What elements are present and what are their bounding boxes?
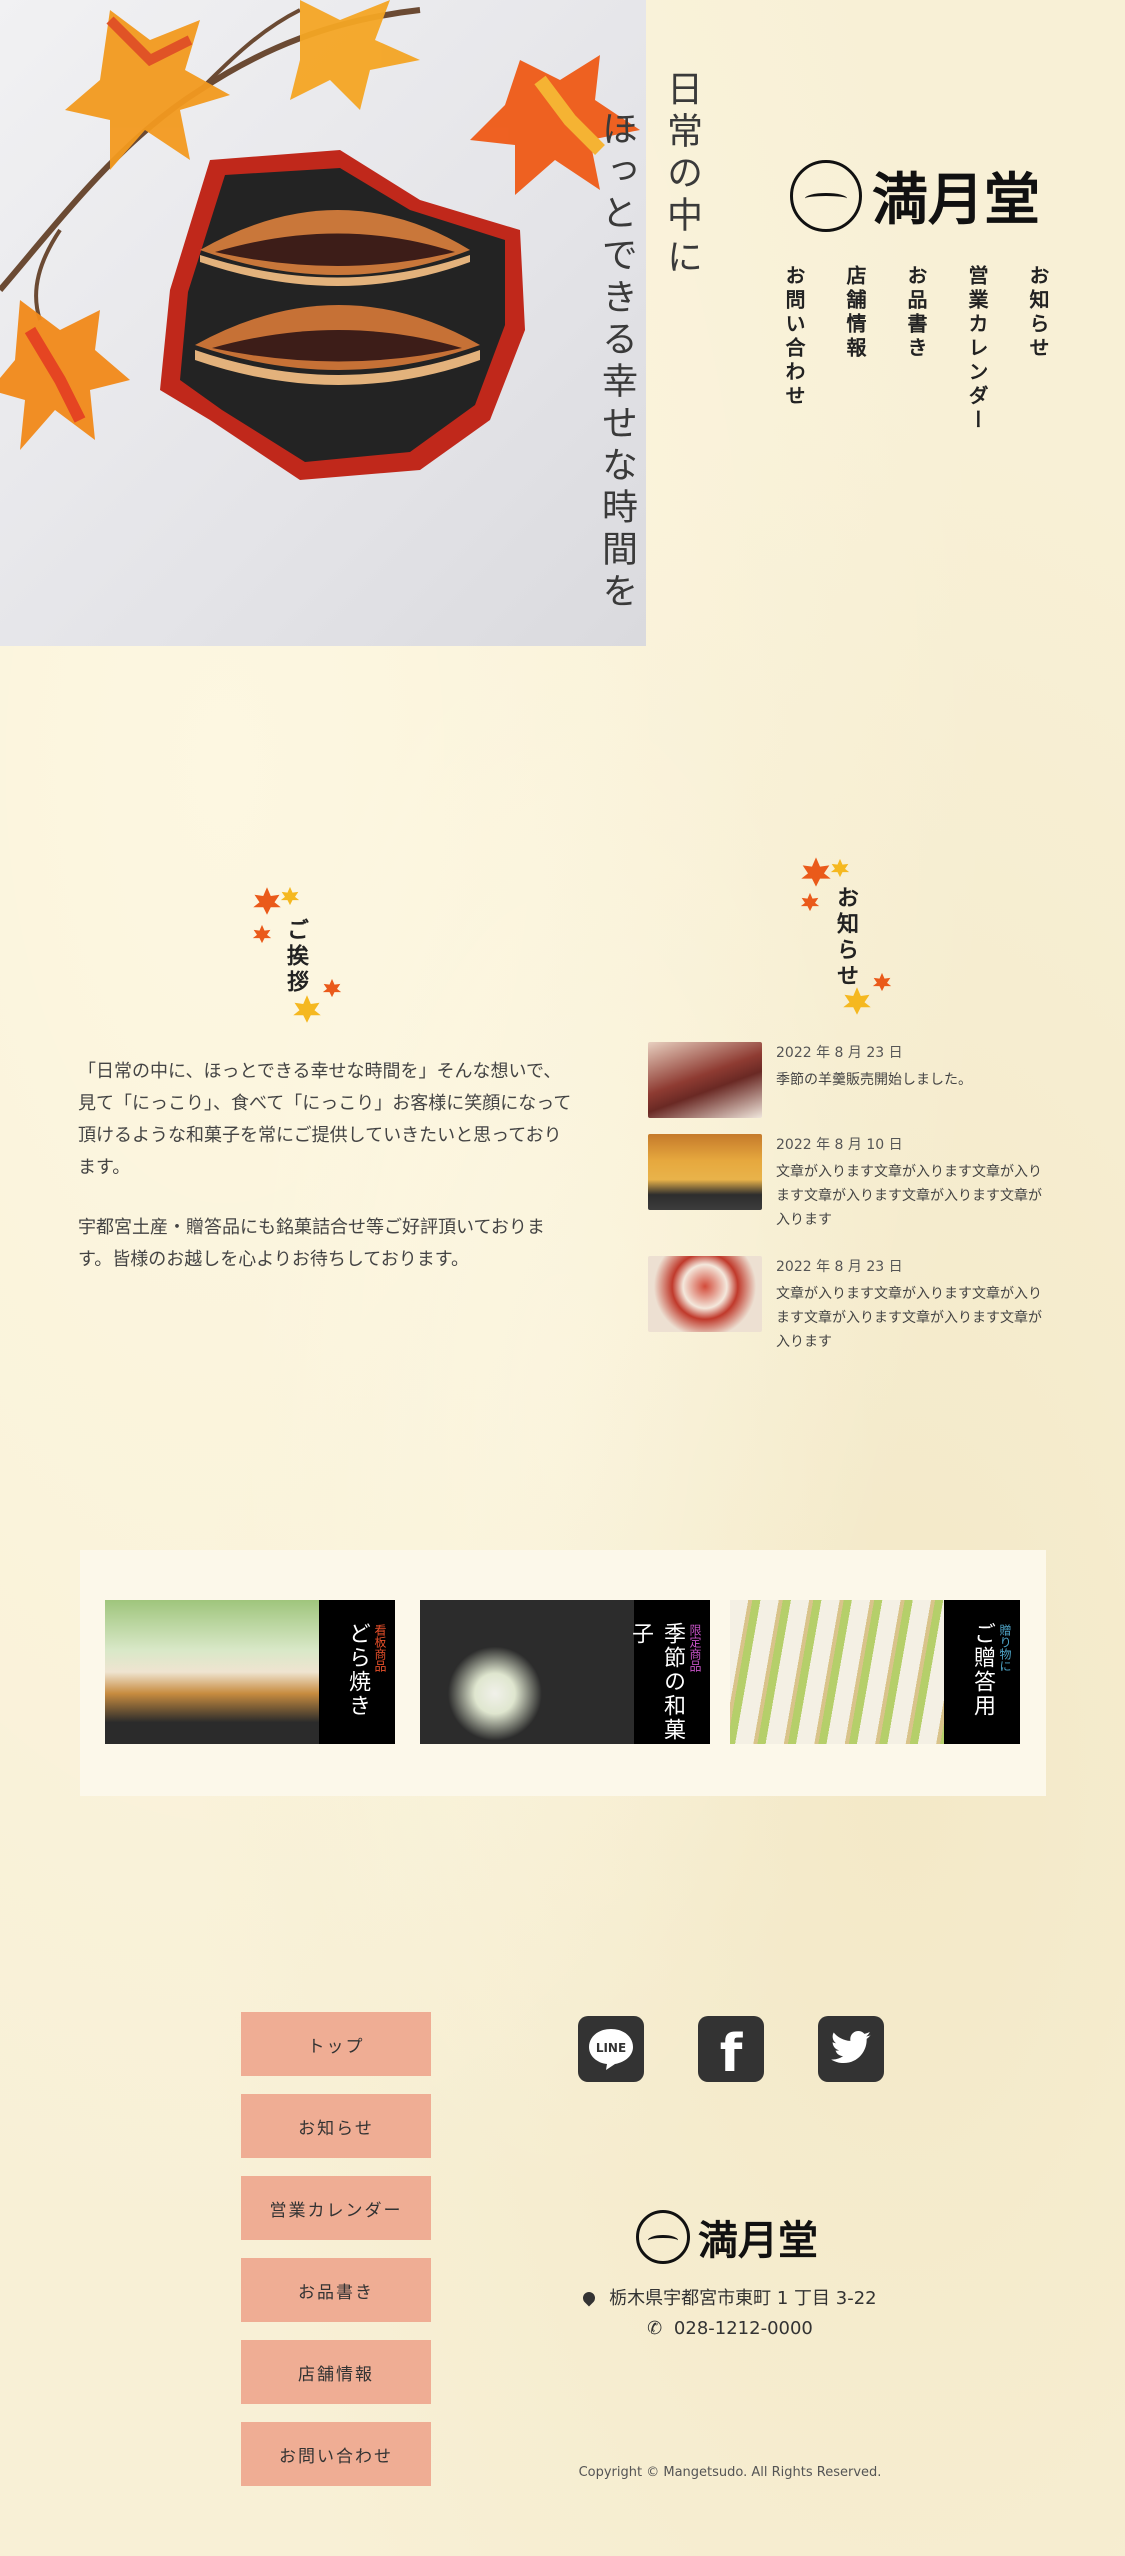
news-thumbnail: [648, 1042, 762, 1118]
address-text: 栃木県宇都宮市東町 1 丁目 3-22: [609, 2288, 877, 2309]
maple-leaf-icon: [843, 987, 871, 1015]
footer-nav-contact[interactable]: お問い合わせ: [241, 2422, 431, 2486]
product-tag: 看板商品: [373, 1624, 387, 1672]
maple-leaf-icon: [252, 924, 272, 944]
brand-name: 満月堂: [872, 167, 1040, 233]
footer-logo[interactable]: 満月堂: [636, 2208, 818, 2266]
phone-text: 028-1212-0000: [673, 2318, 813, 2339]
news-item[interactable]: 2022 年 8 月 23 日 文章が入ります文章が入ります文章が入ります文章が…: [648, 1256, 1048, 1354]
maple-leaf-icon: [872, 972, 892, 992]
product-image: [105, 1600, 319, 1744]
product-card-dorayaki[interactable]: どら焼き 看板商品: [105, 1600, 395, 1744]
map-pin-icon: [580, 2289, 598, 2307]
nav-item-contact[interactable]: お問い合わせ: [780, 265, 809, 433]
main-nav: お知らせ 営業カレンダー お品書き 店舗情報 お問い合わせ: [780, 265, 1053, 433]
product-label: ご贈答用 贈り物に: [944, 1600, 1020, 1744]
nav-item-calendar[interactable]: 営業カレンダー: [963, 265, 992, 433]
product-title: 季節の和菓子: [628, 1622, 685, 1742]
footer-nav-store[interactable]: 店舗情報: [241, 2340, 431, 2404]
product-card-gift[interactable]: ご贈答用 贈り物に: [730, 1600, 1020, 1744]
news-thumbnail: [648, 1256, 762, 1332]
maple-leaf-icon: [293, 995, 321, 1023]
news-text: 季節の羊羹販売開始しました。: [776, 1072, 972, 1088]
footer-nav-menu[interactable]: お品書き: [241, 2258, 431, 2322]
facebook-glyph: f: [719, 2024, 743, 2084]
phone-line[interactable]: ✆ 028-1212-0000: [560, 2318, 900, 2339]
line-bubble-icon: LINE: [589, 2029, 633, 2070]
footer-nav-news[interactable]: お知らせ: [241, 2094, 431, 2158]
news-date: 2022 年 8 月 23 日: [776, 1259, 903, 1275]
copyright: Copyright © Mangetsudo. All Rights Reser…: [578, 2465, 882, 2480]
twitter-bird-icon: [831, 2031, 871, 2064]
product-image: [420, 1600, 634, 1744]
greeting-heading: ご挨拶: [283, 918, 309, 996]
hero-image: [0, 0, 646, 646]
maple-leaf-icon: [253, 887, 281, 915]
product-tag: 限定商品: [688, 1624, 702, 1672]
hero-tagline-2: ほっとできる幸せな時間を: [596, 110, 637, 614]
product-title: ご贈答用: [970, 1622, 995, 1718]
news-date: 2022 年 8 月 23 日: [776, 1045, 903, 1061]
line-icon[interactable]: LINE: [578, 2016, 644, 2082]
maple-leaf-icon: [830, 858, 850, 878]
nav-item-menu[interactable]: お品書き: [902, 265, 931, 433]
footer-nav-calendar[interactable]: 営業カレンダー: [241, 2176, 431, 2240]
greeting-text: 「日常の中に、ほっとできる幸せな時間を」そんな想いで、見て「にっこり」、食べて「…: [78, 1056, 578, 1304]
maple-leaf-icon: [280, 886, 300, 906]
maple-leaf-icon: [801, 857, 831, 887]
footer-nav-top[interactable]: トップ: [241, 2012, 431, 2076]
moon-logo-icon: [636, 2210, 690, 2264]
news-heading: お知らせ: [833, 886, 859, 990]
product-label: どら焼き 看板商品: [319, 1600, 395, 1744]
news-text: 文章が入ります文章が入ります文章が入ります文章が入ります文章が入ります文章が入り…: [776, 1164, 1042, 1228]
greeting-paragraph: 宇都宮土産・贈答品にも銘菓詰合せ等ご好評頂いております。皆様のお越しを心よりお待…: [78, 1217, 545, 1270]
news-text: 文章が入ります文章が入ります文章が入ります文章が入ります文章が入ります文章が入り…: [776, 1286, 1042, 1350]
product-label: 季節の和菓子 限定商品: [628, 1600, 710, 1744]
product-image: [730, 1600, 944, 1744]
nav-item-store[interactable]: 店舗情報: [841, 265, 870, 433]
facebook-icon[interactable]: f: [698, 2016, 764, 2082]
maple-leaf-icon: [322, 978, 342, 998]
product-card-seasonal[interactable]: 季節の和菓子 限定商品: [420, 1600, 710, 1744]
greeting-paragraph: 「日常の中に、ほっとできる幸せな時間を」そんな想いで、見て「にっこり」、食べて「…: [78, 1061, 572, 1178]
hero-tagline-1: 日常の中に: [661, 70, 702, 280]
news-date: 2022 年 8 月 10 日: [776, 1137, 903, 1153]
product-cards: どら焼き 看板商品 季節の和菓子 限定商品 ご贈答用 贈り物に: [80, 1550, 1046, 1796]
address-line: 栃木県宇都宮市東町 1 丁目 3-22: [560, 2284, 900, 2310]
news-item[interactable]: 2022 年 8 月 10 日 文章が入ります文章が入ります文章が入ります文章が…: [648, 1134, 1048, 1232]
product-title: どら焼き: [345, 1622, 370, 1718]
brand-name: 満月堂: [698, 2217, 818, 2264]
news-thumbnail: [648, 1134, 762, 1210]
dorayaki-photo: [0, 0, 640, 480]
twitter-icon[interactable]: [818, 2016, 884, 2082]
moon-logo-icon: [790, 159, 862, 232]
header-logo[interactable]: 満月堂: [790, 155, 1040, 236]
svg-text:LINE: LINE: [596, 2041, 626, 2055]
nav-item-news[interactable]: お知らせ: [1024, 265, 1053, 433]
maple-leaf-icon: [800, 892, 820, 912]
phone-icon: ✆: [647, 2318, 663, 2339]
news-item[interactable]: 2022 年 8 月 23 日 季節の羊羹販売開始しました。: [648, 1042, 1048, 1118]
product-tag: 贈り物に: [998, 1624, 1012, 1672]
